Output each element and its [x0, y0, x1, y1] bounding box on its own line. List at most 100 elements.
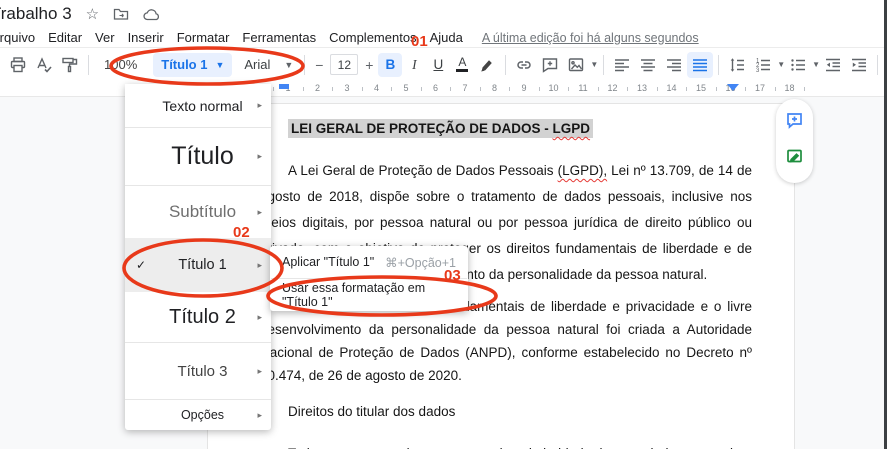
- style-menu-label: Título 2: [169, 305, 236, 328]
- ruler-tick: [715, 87, 717, 91]
- doc-paragraph-3[interactable]: Toda pessoa natural tem assegurada a tit…: [260, 444, 752, 449]
- last-edit-link[interactable]: A última edição foi há alguns segundos: [482, 31, 699, 45]
- spell-check-button[interactable]: [31, 52, 57, 78]
- insert-image-button[interactable]: ▼: [563, 52, 598, 78]
- align-left-button[interactable]: [609, 52, 635, 78]
- numbered-list-icon: 123: [750, 52, 776, 78]
- doc-heading[interactable]: LEI GERAL DE PROTEÇÃO DE DADOS - LGPD: [288, 119, 752, 139]
- svg-text:3: 3: [756, 67, 760, 73]
- doc-subheading[interactable]: Direitos do titular dos dados: [260, 402, 752, 422]
- right-indent-marker[interactable]: [727, 84, 739, 91]
- ruler-number: 17: [754, 83, 766, 93]
- style-menu-label: Opções: [180, 408, 225, 422]
- update-style-menu-item[interactable]: Usar essa formatação em "Título 1": [270, 279, 468, 311]
- move-folder-icon[interactable]: [113, 7, 129, 21]
- checkmark-icon: ✓: [136, 258, 147, 272]
- ruler-tick: [568, 87, 570, 91]
- ruler-number: 6: [432, 83, 439, 93]
- ruler-number: 8: [491, 83, 498, 93]
- paragraph-text: A Lei Geral de Proteção de Dados Pessoai…: [288, 163, 558, 178]
- ruler-tick: [597, 87, 599, 91]
- style-value: Título 1: [161, 57, 208, 72]
- italic-button[interactable]: I: [402, 53, 426, 77]
- align-justify-button[interactable]: [687, 51, 714, 78]
- paragraph-text: Para garantir os direitos fundamentais d…: [260, 299, 752, 383]
- ruler-tick: [479, 87, 481, 91]
- title-bar: Trabalho 3 ☆: [0, 0, 887, 28]
- suggest-edits-button[interactable]: [785, 147, 804, 171]
- style-menu-item-título-2[interactable]: Título 2 ▸: [125, 292, 271, 343]
- style-menu-label: Título 1: [178, 257, 227, 273]
- style-menu-label: Texto normal: [162, 97, 243, 114]
- margin-actions-pill: [776, 99, 813, 183]
- bold-button[interactable]: B: [378, 52, 403, 77]
- insert-link-button[interactable]: [511, 52, 537, 78]
- chevron-down-icon: ▼: [284, 59, 294, 70]
- star-icon[interactable]: ☆: [86, 5, 99, 23]
- increase-font-size-button[interactable]: +: [360, 53, 378, 77]
- ruler-tick: [745, 87, 747, 91]
- font-size-input[interactable]: 12: [330, 54, 359, 75]
- toolbar-separator: [304, 54, 306, 75]
- misspelled-word: (LGPD),: [557, 163, 608, 178]
- decrease-indent-button[interactable]: [820, 52, 846, 78]
- decrease-font-size-button[interactable]: −: [310, 53, 328, 77]
- ruler-tick: [774, 87, 776, 91]
- increase-indent-button[interactable]: [846, 52, 872, 78]
- font-select[interactable]: Arial ▼: [238, 57, 299, 72]
- toolbar-separator: [718, 54, 720, 75]
- add-comment-margin-button[interactable]: [785, 111, 804, 135]
- style-menu-item-título-1[interactable]: ✓ Título 1 ▸: [125, 238, 271, 292]
- style-menu-item-texto-normal[interactable]: Texto normal ▸: [125, 84, 271, 128]
- underline-button[interactable]: U: [426, 53, 450, 77]
- first-line-indent-marker[interactable]: [279, 84, 289, 89]
- chevron-down-icon: ▼: [590, 60, 599, 69]
- align-center-button[interactable]: [635, 52, 661, 78]
- style-menu-item-subtítulo[interactable]: Subtítulo ▸: [125, 186, 271, 238]
- document-title[interactable]: Trabalho 3: [0, 4, 72, 24]
- menu-arquivo[interactable]: Arquivo: [0, 30, 35, 45]
- menu-ver[interactable]: Ver: [95, 30, 115, 45]
- submenu-arrow-icon: ▸: [257, 206, 262, 217]
- highlight-color-button[interactable]: [474, 52, 500, 78]
- paint-format-button[interactable]: [57, 52, 83, 78]
- ruler-tick: [686, 87, 688, 91]
- text-color-button[interactable]: A: [450, 53, 474, 77]
- add-comment-button[interactable]: [537, 52, 563, 78]
- ruler-number: 13: [636, 83, 648, 93]
- toolbar-separator: [88, 54, 89, 75]
- style-menu: Texto normal ▸ Título ▸ Subtítulo ▸ ✓ Título 1 ▸…: [125, 84, 271, 430]
- google-docs-window: Trabalho 3 ☆ Arquivo Editar Ver Inserir Form…: [0, 0, 887, 449]
- ruler-number: 9: [521, 83, 527, 93]
- apply-style-label: Aplicar "Título 1": [282, 255, 375, 269]
- menu-complementos[interactable]: Complementos: [329, 30, 416, 45]
- paragraph-style-select[interactable]: Título 1 ▼: [153, 52, 233, 77]
- align-right-button[interactable]: [661, 52, 687, 78]
- numbered-list-button[interactable]: 123 ▼: [750, 52, 785, 78]
- ruler-tick: [361, 87, 363, 91]
- submenu-arrow-icon: ▸: [257, 365, 262, 376]
- zoom-select[interactable]: 100%: [94, 57, 147, 72]
- style-menu-item-opções[interactable]: Opções ▸: [125, 400, 271, 430]
- cloud-saved-icon[interactable]: [143, 8, 161, 21]
- ruler-number: 14: [666, 83, 677, 93]
- ruler-number: 4: [373, 83, 380, 93]
- print-button[interactable]: [5, 52, 31, 78]
- style-menu-item-título-3[interactable]: Título 3 ▸: [125, 343, 271, 400]
- update-style-label: Usar essa formatação em "Título 1": [282, 281, 426, 309]
- image-icon: [563, 52, 589, 78]
- ruler-tick: [273, 87, 275, 91]
- ruler-number: 7: [462, 83, 468, 93]
- style-menu-item-título[interactable]: Título ▸: [125, 128, 271, 186]
- menu-inserir[interactable]: Inserir: [128, 30, 164, 45]
- menu-editar[interactable]: Editar: [48, 30, 82, 45]
- apply-style-menu-item[interactable]: Aplicar "Título 1" ⌘+Opção+1: [270, 246, 468, 278]
- bulleted-list-button[interactable]: ▼: [785, 52, 820, 78]
- menu-ferramentas[interactable]: Ferramentas: [242, 30, 316, 45]
- ruler-tick: [627, 87, 629, 91]
- menu-ajuda[interactable]: Ajuda: [430, 30, 463, 45]
- ruler-tick: [656, 87, 658, 91]
- line-spacing-button[interactable]: [724, 52, 750, 78]
- menu-formatar[interactable]: Formatar: [177, 30, 230, 45]
- chevron-down-icon: ▼: [812, 60, 821, 69]
